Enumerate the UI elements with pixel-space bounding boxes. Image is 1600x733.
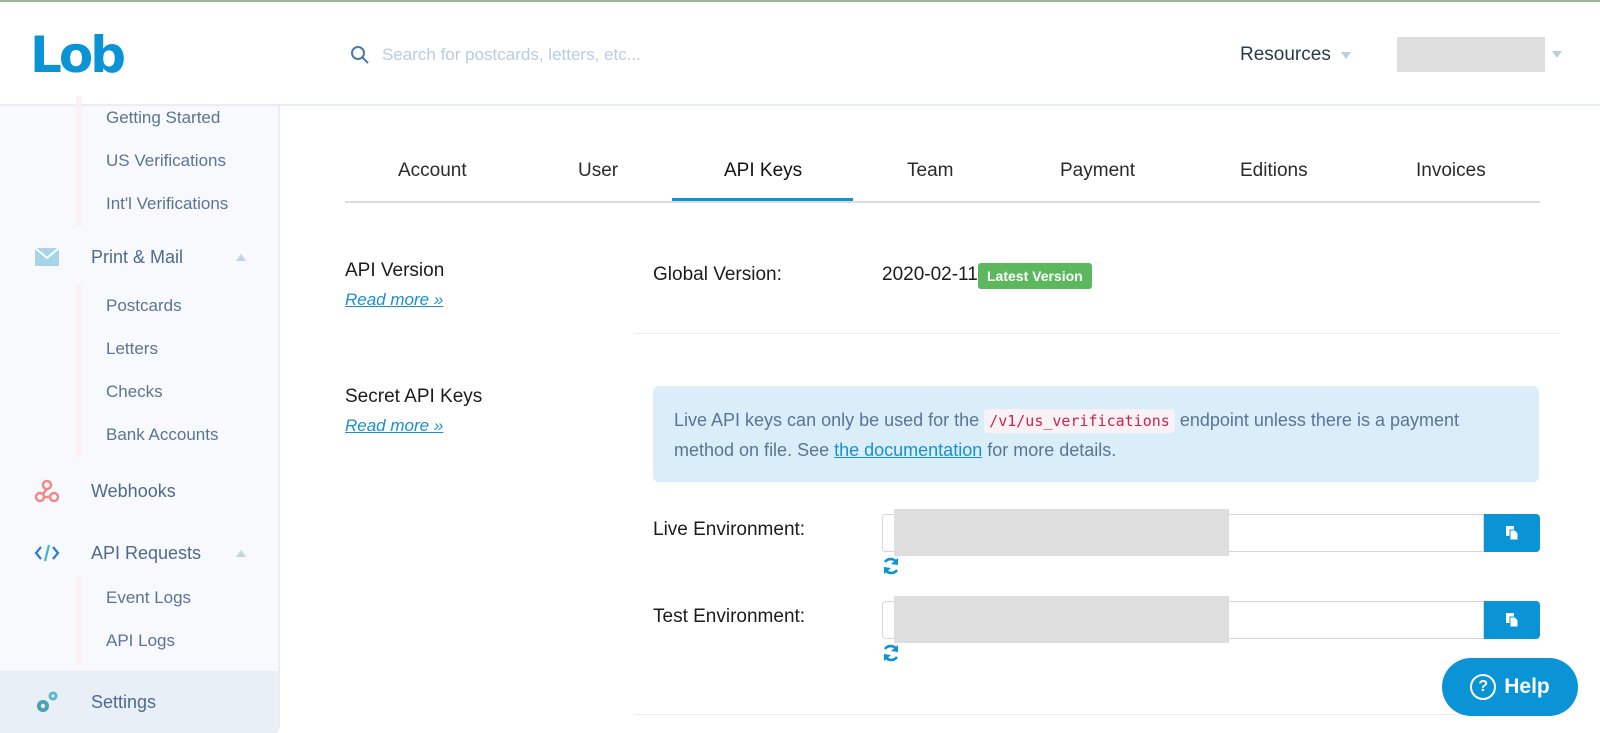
sidebar-label: Settings xyxy=(91,691,157,712)
settings-tabs: Account User API Keys Team Payment Editi… xyxy=(345,148,1540,203)
sidebar-item-event-logs[interactable]: Event Logs xyxy=(75,576,191,620)
section-divider xyxy=(634,333,1560,334)
gears-icon xyxy=(33,688,61,716)
copy-live-key-button[interactable] xyxy=(1484,514,1540,552)
tab-payment[interactable]: Payment xyxy=(1060,160,1135,182)
tab-editions[interactable]: Editions xyxy=(1240,160,1308,182)
tab-account[interactable]: Account xyxy=(398,160,467,182)
tab-user[interactable]: User xyxy=(578,160,618,182)
latest-version-badge: Latest Version xyxy=(978,263,1092,289)
live-keys-alert: Live API keys can only be used for the /… xyxy=(653,386,1539,482)
webhooks-icon xyxy=(33,477,61,505)
global-version-label: Global Version: xyxy=(653,264,782,285)
sidebar-label: API Requests xyxy=(91,542,202,563)
chevron-down-icon xyxy=(1340,51,1351,59)
active-tab-indicator xyxy=(672,198,853,201)
sidebar-label: Print & Mail xyxy=(91,246,184,267)
question-icon: ? xyxy=(1470,674,1497,700)
documentation-link[interactable]: the documentation xyxy=(834,440,982,460)
top-header: Lob Resources xyxy=(0,2,1600,106)
api-version-title: API Version xyxy=(345,260,445,281)
refresh-live-key-icon[interactable] xyxy=(881,556,901,576)
resources-label: Resources xyxy=(1240,44,1331,65)
api-version-read-more-link[interactable]: Read more » xyxy=(345,290,443,310)
chevron-down-icon[interactable] xyxy=(1552,51,1562,58)
sidebar-item-getting-started[interactable]: Getting Started xyxy=(75,96,220,140)
secret-keys-title: Secret API Keys xyxy=(345,386,483,407)
sidebar-item-settings[interactable]: Settings xyxy=(0,671,278,733)
lob-logo[interactable]: Lob xyxy=(30,30,126,80)
sidebar-item-intl-verifications[interactable]: Int'l Verifications xyxy=(75,182,228,226)
sidebar-item-letters[interactable]: Letters xyxy=(76,327,158,371)
tab-invoices[interactable]: Invoices xyxy=(1416,160,1486,182)
tab-api-keys[interactable]: API Keys xyxy=(724,160,802,182)
sidebar-item-print-mail[interactable]: Print & Mail xyxy=(0,232,278,282)
search-icon xyxy=(351,46,369,64)
help-label: Help xyxy=(1504,675,1550,698)
copy-icon xyxy=(1506,613,1519,628)
secret-keys-read-more-link[interactable]: Read more » xyxy=(345,416,443,436)
sidebar-item-us-verifications[interactable]: US Verifications xyxy=(76,139,226,183)
test-environment-label: Test Environment: xyxy=(653,606,806,627)
resources-menu[interactable]: Resources xyxy=(1240,44,1351,66)
sidebar-item-checks[interactable]: Checks xyxy=(76,370,163,414)
sidebar-item-api-requests[interactable]: API Requests xyxy=(0,528,278,578)
copy-icon xyxy=(1506,526,1519,541)
global-version-value: 2020-02-11 xyxy=(882,264,978,285)
alert-text: Live API keys can only be used for the xyxy=(674,410,985,430)
endpoint-code: /v1/us_verifications xyxy=(984,409,1175,433)
code-icon xyxy=(33,539,61,567)
alert-text: for more details. xyxy=(982,440,1117,460)
search-input[interactable] xyxy=(382,40,782,70)
section-divider xyxy=(634,714,1560,715)
copy-test-key-button[interactable] xyxy=(1484,601,1540,639)
sidebar-item-api-logs[interactable]: API Logs xyxy=(76,619,175,663)
sidebar-item-postcards[interactable]: Postcards xyxy=(76,284,182,328)
help-button[interactable]: ? Help xyxy=(1442,658,1578,716)
envelope-icon xyxy=(33,243,61,271)
sidebar: Getting Started US Verifications Int'l V… xyxy=(0,96,280,733)
live-environment-label: Live Environment: xyxy=(653,519,806,540)
chevron-up-icon xyxy=(236,253,246,261)
user-menu[interactable] xyxy=(1397,37,1545,72)
sidebar-item-bank-accounts[interactable]: Bank Accounts xyxy=(75,413,218,457)
sidebar-item-webhooks[interactable]: Webhooks xyxy=(0,466,278,516)
live-key-redacted xyxy=(894,509,1229,556)
tab-team[interactable]: Team xyxy=(907,160,953,182)
refresh-test-key-icon[interactable] xyxy=(881,643,901,663)
test-key-redacted xyxy=(894,596,1229,643)
sidebar-label: Webhooks xyxy=(91,480,176,501)
chevron-up-icon xyxy=(236,549,246,557)
